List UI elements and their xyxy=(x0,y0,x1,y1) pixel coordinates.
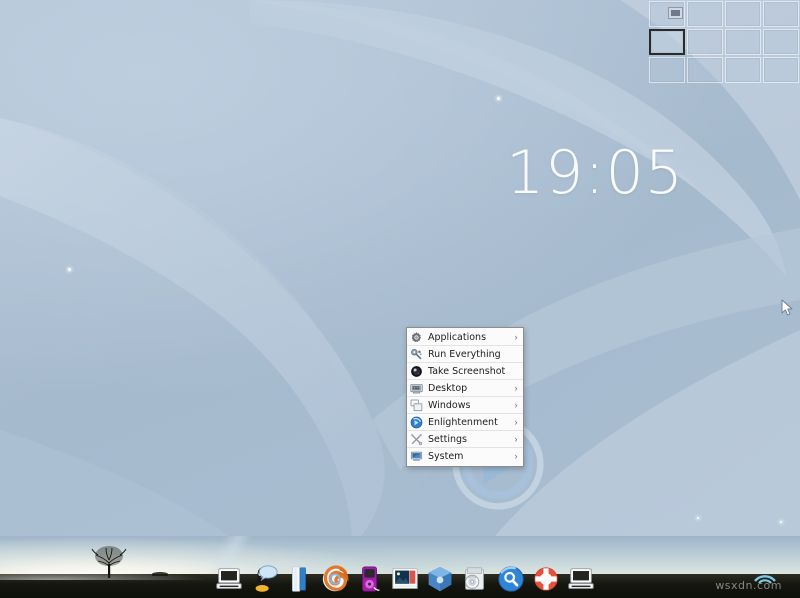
menu-item-applications[interactable]: Applications› xyxy=(407,329,523,346)
sparkle-dot xyxy=(780,521,782,523)
menu-item-settings[interactable]: Settings› xyxy=(407,431,523,448)
virtual-desktop-pager[interactable] xyxy=(648,0,800,84)
firefox-icon[interactable] xyxy=(320,564,350,596)
menu-item-label: Applications xyxy=(428,329,512,346)
pager-cell-6[interactable] xyxy=(725,29,761,55)
desktop-clock: 19:05 xyxy=(506,143,684,203)
pager-cell-3[interactable] xyxy=(763,1,799,27)
monitor-icon xyxy=(410,450,423,463)
desktop-icon xyxy=(410,382,423,395)
bottom-dock[interactable] xyxy=(210,556,600,596)
submenu-chevron-right-icon: › xyxy=(512,329,520,346)
pager-cell-4[interactable] xyxy=(649,29,685,55)
menu-item-label: Windows xyxy=(428,397,512,414)
menu-item-label: System xyxy=(428,448,512,465)
pager-cell-11[interactable] xyxy=(763,57,799,83)
sparkle-dot xyxy=(697,517,699,519)
submenu-chevron-right-icon: › xyxy=(512,397,520,414)
sparkle-dot xyxy=(497,97,500,100)
settings-tools-icon xyxy=(410,433,423,446)
submenu-chevron-right-icon: › xyxy=(512,431,520,448)
file-manager-icon[interactable] xyxy=(284,564,314,596)
search-icon[interactable] xyxy=(496,564,526,596)
menu-item-run-everything[interactable]: Run Everything xyxy=(407,346,523,363)
menu-item-label: Take Screenshot xyxy=(428,363,512,380)
pager-cell-9[interactable] xyxy=(687,57,723,83)
photo-viewer-icon[interactable] xyxy=(390,564,420,596)
pager-cell-5[interactable] xyxy=(687,29,723,55)
pager-cell-10[interactable] xyxy=(725,57,761,83)
pager-cell-0[interactable] xyxy=(649,1,685,27)
enlightenment-main-menu[interactable]: Applications›Run EverythingTake Screensh… xyxy=(406,327,524,467)
pager-cell-7[interactable] xyxy=(763,29,799,55)
wallpaper xyxy=(0,0,800,598)
pager-cell-2[interactable] xyxy=(725,1,761,27)
menu-item-system[interactable]: System› xyxy=(407,448,523,465)
lifebuoy-help-icon[interactable] xyxy=(531,564,561,596)
menu-item-enlightenment[interactable]: Enlightenment› xyxy=(407,414,523,431)
submenu-chevron-right-icon: › xyxy=(512,414,520,431)
menu-item-label: Desktop xyxy=(428,380,512,397)
windows-stack-icon xyxy=(410,399,423,412)
mouse-pointer xyxy=(781,299,793,317)
disc-burner-icon[interactable] xyxy=(460,564,490,596)
tree-silhouette-icon xyxy=(86,544,132,578)
menu-item-take-screenshot[interactable]: Take Screenshot xyxy=(407,363,523,380)
virtualbox-icon[interactable] xyxy=(425,564,455,596)
menu-item-label: Enlightenment xyxy=(428,414,512,431)
menu-item-desktop[interactable]: Desktop› xyxy=(407,380,523,397)
menu-item-label: Settings xyxy=(428,431,512,448)
tux-chat-icon[interactable] xyxy=(249,564,279,596)
run-everything-icon xyxy=(410,348,423,361)
desktop-root[interactable]: 19:05 Applications›Run EverythingTake Sc… xyxy=(0,0,800,598)
site-watermark: wsxdn.com xyxy=(715,579,782,592)
submenu-chevron-right-icon: › xyxy=(512,380,520,397)
pager-mini-window xyxy=(668,7,683,19)
pager-cell-8[interactable] xyxy=(649,57,685,83)
show-desktop-icon[interactable] xyxy=(214,564,244,596)
gear-icon xyxy=(410,331,423,344)
menu-item-label: Run Everything xyxy=(428,346,512,363)
camera-lens-icon xyxy=(410,365,423,378)
wallpaper-shapes xyxy=(0,0,800,598)
menu-item-windows[interactable]: Windows› xyxy=(407,397,523,414)
sparkle-dot xyxy=(68,268,71,271)
terminal-computer-icon[interactable] xyxy=(566,564,596,596)
submenu-chevron-right-icon: › xyxy=(512,448,520,465)
landscape-far-bush xyxy=(152,572,168,576)
music-player-icon[interactable] xyxy=(355,564,385,596)
pager-cell-1[interactable] xyxy=(687,1,723,27)
enlightenment-icon xyxy=(410,416,423,429)
